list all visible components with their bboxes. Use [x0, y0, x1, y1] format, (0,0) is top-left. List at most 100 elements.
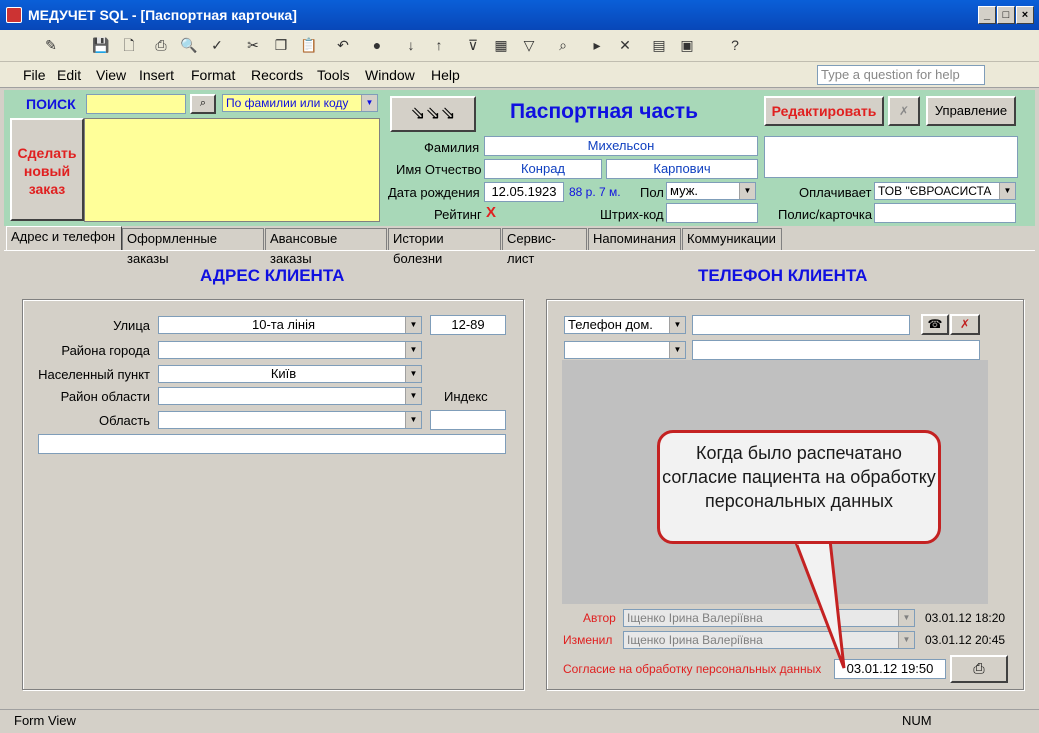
menu-view[interactable]: View [96, 67, 126, 83]
phone-type-select[interactable]: Телефон дом. ▼ [564, 316, 686, 334]
new-order-button[interactable]: Сделать новый заказ [10, 118, 84, 221]
phone-delete-icon[interactable]: ✗ [950, 314, 980, 335]
new-object-icon[interactable]: ▣ [676, 34, 698, 56]
maximize-button[interactable]: □ [997, 6, 1015, 24]
policy-label: Полис/карточка [778, 207, 873, 222]
age-text: 88 р. 7 м. [569, 185, 621, 199]
notes-area[interactable] [84, 118, 380, 222]
database-window-icon[interactable]: ▤ [648, 34, 670, 56]
menu-file[interactable]: File [23, 67, 46, 83]
payer-select[interactable]: ТОВ "ЄВРОАСИСТА ▼ [874, 182, 1016, 200]
cut-icon[interactable]: ✂ [242, 34, 264, 56]
index-field[interactable] [430, 410, 506, 430]
full-address-field[interactable] [38, 434, 506, 454]
author-label: Автор [583, 611, 616, 625]
tab-medical-history[interactable]: Истории болезни [388, 228, 501, 266]
dob-field[interactable]: 12.05.1923 [484, 182, 564, 202]
menu-insert[interactable]: Insert [139, 67, 174, 83]
region-district-select[interactable]: ▼ [158, 387, 422, 405]
phone-number-field-2[interactable] [692, 340, 980, 360]
filter-selection-icon[interactable]: ⊽ [462, 34, 484, 56]
editor-date: 03.01.12 20:45 [925, 633, 1006, 647]
name-label: Имя Отчество [396, 162, 482, 177]
tab-communications[interactable]: Коммуникации [682, 228, 782, 250]
hyperlink-icon[interactable]: ● [366, 34, 388, 56]
menu-window[interactable]: Window [365, 67, 415, 83]
tab-reminders[interactable]: Напоминания [588, 228, 681, 250]
print-preview-icon[interactable]: 🔍 [178, 34, 200, 56]
search-label: ПОИСК [26, 96, 76, 112]
barcode-field[interactable] [666, 203, 758, 223]
save-icon[interactable]: 💾 [90, 34, 112, 56]
tab-orders[interactable]: Оформленные заказы [122, 228, 264, 266]
edit-button[interactable]: Редактировать [764, 96, 884, 126]
close-button[interactable]: × [1016, 6, 1034, 24]
binoculars-icon[interactable]: ⌕ [190, 94, 216, 114]
address-title: АДРЕС КЛИЕНТА [200, 266, 345, 285]
title-bar: МЕДУЧЕТ SQL - [Паспортная карточка] [0, 0, 1039, 30]
street-select[interactable]: 10-та лінія ▼ [158, 316, 422, 334]
city-label: Населенный пункт [38, 367, 150, 382]
status-num: NUM [902, 713, 932, 728]
header-panel: ПОИСК ⌕ По фамилии или коду ▼ Сделать нов… [4, 90, 1035, 226]
surname-field[interactable]: Михельсон [484, 136, 758, 156]
tab-address-phone[interactable]: Адрес и телефон [6, 226, 122, 250]
print-icon[interactable]: ⎙ [150, 34, 172, 56]
city-select[interactable]: Київ ▼ [158, 365, 422, 383]
editor-select: Іщенко Ірина Валеріївна ▼ [623, 631, 915, 649]
find-icon[interactable]: ⌕ [552, 34, 574, 56]
menu-tools[interactable]: Tools [317, 67, 350, 83]
street-label: Улица [113, 318, 150, 333]
patronymic-field[interactable]: Карпович [606, 159, 758, 179]
copy-icon[interactable]: ❐ [270, 34, 292, 56]
apply-filter-icon[interactable]: ▽ [518, 34, 540, 56]
help-icon[interactable]: ? [724, 34, 746, 56]
surname-label: Фамилия [424, 140, 480, 155]
phone-call-icon[interactable]: ☎ [921, 314, 949, 335]
index-label: Индекс [444, 389, 488, 404]
tab-service-list[interactable]: Сервис-лист [502, 228, 587, 266]
first-name-field[interactable]: Конрад [484, 159, 602, 179]
tab-advance-orders[interactable]: Авансовые заказы [265, 228, 387, 266]
ask-question-input[interactable]: Type a question for help [817, 65, 985, 85]
menu-edit[interactable]: Edit [57, 67, 81, 83]
phone-number-field[interactable] [692, 315, 910, 335]
manage-button[interactable]: Управление [926, 96, 1016, 126]
delete-record-icon[interactable]: ✕ [614, 34, 636, 56]
minimize-button[interactable]: _ [978, 6, 996, 24]
search-mode-select[interactable]: По фамилии или коду ▼ [222, 94, 378, 112]
comment-box[interactable] [764, 136, 1018, 178]
print-consent-icon[interactable]: ⎙ [950, 655, 1008, 683]
payer-label: Оплачивает [799, 185, 872, 200]
status-bar: Form View NUM [0, 709, 1039, 733]
author-select: Іщенко Ірина Валеріївна ▼ [623, 609, 915, 627]
sort-desc-icon[interactable]: ↑ [428, 34, 450, 56]
paste-icon[interactable]: 📋 [298, 34, 320, 56]
window-title: МЕДУЧЕТ SQL - [Паспортная карточка] [28, 7, 297, 23]
phone-title: ТЕЛЕФОН КЛИЕНТА [698, 266, 868, 285]
phone-type-select-2[interactable]: ▼ [564, 341, 686, 359]
menu-help[interactable]: Help [431, 67, 460, 83]
spelling-icon[interactable]: ✓ [206, 34, 228, 56]
menu-records[interactable]: Records [251, 67, 303, 83]
toolbar: ✎ 💾 🗋 ⎙ 🔍 ✓ ✂ ❐ 📋 ↶ ● ↓ ↑ ⊽ ▦ ▽ ⌕ ▸ ✕ ▤ … [0, 30, 1039, 62]
menu-format[interactable]: Format [191, 67, 235, 83]
status-view: Form View [14, 713, 76, 728]
region-select[interactable]: ▼ [158, 411, 422, 429]
delete-icon[interactable]: ✗ [888, 96, 920, 126]
policy-field[interactable] [874, 203, 1016, 223]
search-input[interactable] [86, 94, 186, 114]
filter-form-icon[interactable]: ▦ [490, 34, 512, 56]
rating-label: Рейтинг [434, 207, 482, 222]
new-record-icon[interactable]: ▸ [586, 34, 608, 56]
region-district-label: Район области [60, 389, 150, 404]
sort-asc-icon[interactable]: ↓ [400, 34, 422, 56]
district-select[interactable]: ▼ [158, 341, 422, 359]
search-file-icon[interactable]: 🗋 [118, 34, 140, 56]
house-field[interactable]: 12-89 [430, 315, 506, 335]
section-title: Паспортная часть [510, 100, 698, 123]
undo-icon[interactable]: ↶ [332, 34, 354, 56]
arrows-button[interactable]: ⇘⇘⇘ [390, 96, 476, 132]
design-view-icon[interactable]: ✎ [40, 34, 62, 56]
sex-select[interactable]: муж. ▼ [666, 182, 756, 200]
